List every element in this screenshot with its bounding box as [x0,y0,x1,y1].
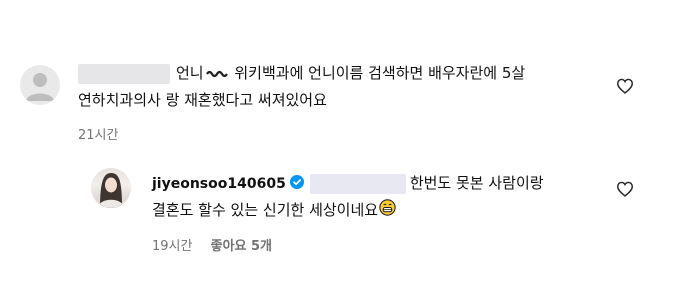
comment-text-line2: 연하치과의사 랑 재혼했다고 써져있어요 [78,90,327,109]
comment-text: 언니 위키백과에 언니이름 검색하면 배우자란에 5살 [78,60,618,87]
reply-item: jiyeonsoo140605 한번도 못본 사람이랑 결혼도 할수 있는 신기… [0,166,700,256]
redacted-mention [309,173,406,194]
wave-emoji-icon [205,61,228,87]
reply-time[interactable]: 19시간 [152,239,192,254]
heart-outline-icon[interactable] [616,181,634,201]
comment-item: 언니 위키백과에 언니이름 검색하면 배우자란에 5살 연하치과의사 랑 재혼했… [0,58,700,148]
avatar[interactable] [91,168,131,208]
grinning-emoji-icon [379,198,396,224]
comment-meta: 21시간 [78,124,618,143]
comment-time[interactable]: 21시간 [78,128,118,143]
redacted-username [78,63,170,84]
reply-meta: 19시간 좋아요 5개 [152,235,622,254]
reply-text-line2: 결혼도 할수 있는 신기한 세상이네요 [152,197,622,224]
username[interactable]: jiyeonsoo140605 [152,176,286,192]
comment-body: 언니 위키백과에 언니이름 검색하면 배우자란에 5살 연하치과의사 랑 재혼했… [78,60,618,143]
reply-text: jiyeonsoo140605 한번도 못본 사람이랑 [152,170,622,197]
reply-text-end: 결혼도 할수 있는 신기한 세상이네요 [152,201,379,219]
likes-count[interactable]: 좋아요 5개 [211,239,272,254]
heart-outline-icon[interactable] [616,78,634,98]
comment-text-rest: 위키백과에 언니이름 검색하면 배우자란에 5살 [229,64,526,82]
verified-badge-icon [289,171,304,197]
default-avatar-icon[interactable] [20,65,60,105]
reply-body: jiyeonsoo140605 한번도 못본 사람이랑 결혼도 할수 있는 신기… [152,170,622,254]
reply-text-start: 한번도 못본 사람이랑 [409,174,544,192]
comment-text-start: 언니 [176,64,204,82]
